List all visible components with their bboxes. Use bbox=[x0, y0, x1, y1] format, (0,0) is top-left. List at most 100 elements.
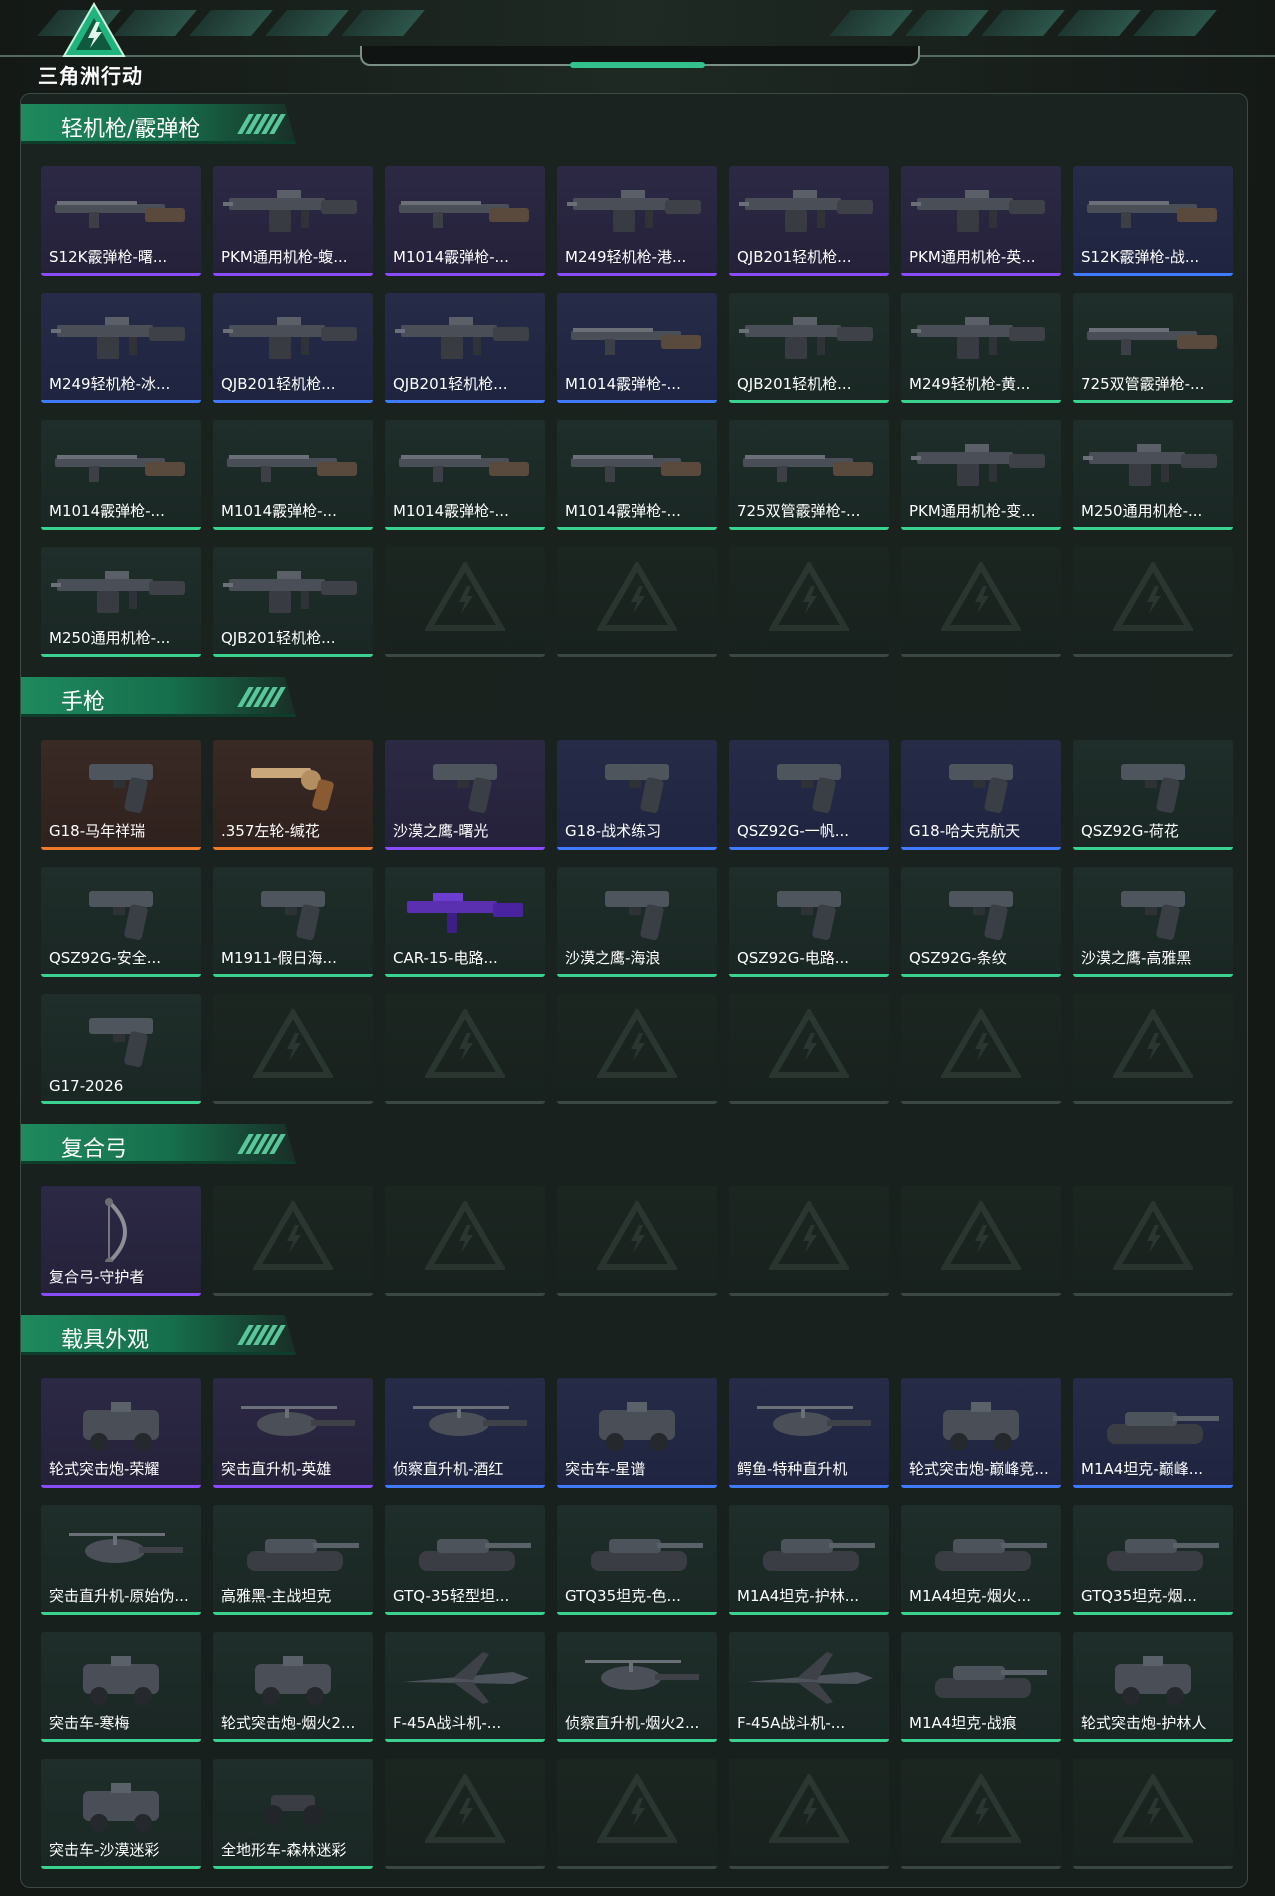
pistol-icon bbox=[393, 750, 537, 816]
item-label: GTQ35坦克-烟... bbox=[1081, 1587, 1197, 1605]
item-card[interactable]: 全地形车-森林迷彩 bbox=[213, 1759, 373, 1869]
machine-gun-icon bbox=[49, 557, 193, 623]
armored-car-icon bbox=[49, 1769, 193, 1835]
empty-slot-logo-icon bbox=[769, 1201, 849, 1270]
item-card[interactable]: 鳄鱼-特种直升机 bbox=[729, 1378, 889, 1488]
item-card[interactable]: 轮式突击炮-巅峰竞... bbox=[901, 1378, 1061, 1488]
item-card[interactable]: M1A4坦克-烟火... bbox=[901, 1505, 1061, 1615]
item-card[interactable]: M1014霰弹枪-... bbox=[385, 166, 545, 276]
item-label: F-45A战斗机-... bbox=[393, 1714, 502, 1732]
item-card[interactable]: 突击直升机-英雄 bbox=[213, 1378, 373, 1488]
item-card[interactable]: GTQ-35轻型坦... bbox=[385, 1505, 545, 1615]
item-label: QSZ92G-荷花 bbox=[1081, 822, 1179, 840]
item-card[interactable]: M1014霰弹枪-... bbox=[41, 420, 201, 530]
empty-slot-logo-icon bbox=[597, 1009, 677, 1078]
item-label: F-45A战斗机-... bbox=[737, 1714, 846, 1732]
item-card[interactable]: 轮式突击炮-荣耀 bbox=[41, 1378, 201, 1488]
item-card[interactable]: 轮式突击炮-护林人 bbox=[1073, 1632, 1233, 1742]
section-header-bow: 复合弓 bbox=[21, 1124, 311, 1164]
empty-slot-logo-icon bbox=[425, 1774, 505, 1843]
item-card[interactable]: 复合弓-守护者 bbox=[41, 1186, 201, 1296]
empty-slot bbox=[557, 1759, 717, 1869]
pistol-icon bbox=[909, 877, 1053, 943]
item-card[interactable]: QJB201轻机枪... bbox=[729, 293, 889, 403]
item-card[interactable]: 侦察直升机-烟火2... bbox=[557, 1632, 717, 1742]
item-card[interactable]: PKM通用机枪-变... bbox=[901, 420, 1061, 530]
item-card[interactable]: 725双管霰弹枪-... bbox=[1073, 293, 1233, 403]
item-card[interactable]: PKM通用机枪-英... bbox=[901, 166, 1061, 276]
item-card[interactable]: QJB201轻机枪... bbox=[385, 293, 545, 403]
item-card[interactable]: M1A4坦克-护林... bbox=[729, 1505, 889, 1615]
item-card[interactable]: 突击车-沙漠迷彩 bbox=[41, 1759, 201, 1869]
item-card[interactable]: QSZ92G-一帆... bbox=[729, 740, 889, 850]
jet-icon bbox=[393, 1642, 537, 1708]
item-card[interactable]: .357左轮-缄花 bbox=[213, 740, 373, 850]
item-card[interactable]: QSZ92G-荷花 bbox=[1073, 740, 1233, 850]
empty-slot bbox=[385, 994, 545, 1104]
item-card[interactable]: G18-马年祥瑞 bbox=[41, 740, 201, 850]
item-card[interactable]: F-45A战斗机-... bbox=[385, 1632, 545, 1742]
item-card[interactable]: GTQ35坦克-色... bbox=[557, 1505, 717, 1615]
empty-slot-logo-icon bbox=[597, 562, 677, 631]
item-card[interactable]: F-45A战斗机-... bbox=[729, 1632, 889, 1742]
item-card[interactable]: PKM通用机枪-蝮... bbox=[213, 166, 373, 276]
empty-slot bbox=[557, 547, 717, 657]
item-card[interactable]: 沙漠之鹰-曙光 bbox=[385, 740, 545, 850]
item-card[interactable]: M1014霰弹枪-... bbox=[213, 420, 373, 530]
empty-slot bbox=[385, 547, 545, 657]
empty-slot bbox=[901, 1186, 1061, 1296]
machine-gun-icon bbox=[737, 303, 881, 369]
item-label: M250通用机枪-... bbox=[49, 629, 171, 647]
item-card[interactable]: 侦察直升机-酒红 bbox=[385, 1378, 545, 1488]
item-label: 轮式突击炮-护林人 bbox=[1081, 1714, 1207, 1732]
item-card[interactable]: S12K霰弹枪-曙... bbox=[41, 166, 201, 276]
pistol-icon bbox=[737, 877, 881, 943]
item-card[interactable]: CAR-15-电路... bbox=[385, 867, 545, 977]
item-card[interactable]: QSZ92G-电路... bbox=[729, 867, 889, 977]
empty-slot-logo-icon bbox=[597, 1774, 677, 1843]
item-card[interactable]: 高雅黑-主战坦克 bbox=[213, 1505, 373, 1615]
item-card[interactable]: M249轻机枪-港... bbox=[557, 166, 717, 276]
empty-slot bbox=[729, 1186, 889, 1296]
item-card[interactable]: 突击直升机-原始伪... bbox=[41, 1505, 201, 1615]
item-card[interactable]: G18-哈夫克航天 bbox=[901, 740, 1061, 850]
item-label: M249轻机枪-港... bbox=[565, 248, 687, 266]
item-label: 突击车-寒梅 bbox=[49, 1714, 130, 1732]
item-card[interactable]: M1A4坦克-战痕 bbox=[901, 1632, 1061, 1742]
item-card[interactable]: M1014霰弹枪-... bbox=[557, 293, 717, 403]
item-card[interactable]: 突击车-寒梅 bbox=[41, 1632, 201, 1742]
machine-gun-icon bbox=[49, 303, 193, 369]
item-card[interactable]: QJB201轻机枪... bbox=[213, 293, 373, 403]
item-label: M1A4坦克-战痕 bbox=[909, 1714, 1017, 1732]
empty-slot bbox=[1073, 1186, 1233, 1296]
item-card[interactable]: G17-2026 bbox=[41, 994, 201, 1104]
item-card[interactable]: 轮式突击炮-烟火2... bbox=[213, 1632, 373, 1742]
item-card[interactable]: QSZ92G-条纹 bbox=[901, 867, 1061, 977]
item-card[interactable]: 沙漠之鹰-高雅黑 bbox=[1073, 867, 1233, 977]
item-card[interactable]: 沙漠之鹰-海浪 bbox=[557, 867, 717, 977]
item-card[interactable]: M249轻机枪-冰... bbox=[41, 293, 201, 403]
item-card[interactable]: 突击车-星谱 bbox=[557, 1378, 717, 1488]
item-card[interactable]: M249轻机枪-黄... bbox=[901, 293, 1061, 403]
item-card[interactable]: QJB201轻机枪... bbox=[729, 166, 889, 276]
empty-slot-logo-icon bbox=[769, 562, 849, 631]
item-card[interactable]: M1911-假日海... bbox=[213, 867, 373, 977]
item-card[interactable]: S12K霰弹枪-战... bbox=[1073, 166, 1233, 276]
shotgun-icon bbox=[565, 430, 709, 496]
item-card[interactable]: M250通用机枪-... bbox=[41, 547, 201, 657]
item-label: G18-哈夫克航天 bbox=[909, 822, 1021, 840]
tank-icon bbox=[393, 1515, 537, 1581]
item-card[interactable]: M1A4坦克-巅峰... bbox=[1073, 1378, 1233, 1488]
item-card[interactable]: M1014霰弹枪-... bbox=[557, 420, 717, 530]
item-card[interactable]: 725双管霰弹枪-... bbox=[729, 420, 889, 530]
item-card[interactable]: QJB201轻机枪... bbox=[213, 547, 373, 657]
item-label: QJB201轻机枪... bbox=[737, 375, 852, 393]
item-card[interactable]: G18-战术练习 bbox=[557, 740, 717, 850]
item-label: 突击车-星谱 bbox=[565, 1460, 646, 1478]
item-card[interactable]: M1014霰弹枪-... bbox=[385, 420, 545, 530]
tank-icon bbox=[909, 1515, 1053, 1581]
item-card[interactable]: QSZ92G-安全... bbox=[41, 867, 201, 977]
item-card[interactable]: GTQ35坦克-烟... bbox=[1073, 1505, 1233, 1615]
jet-icon bbox=[737, 1642, 881, 1708]
item-card[interactable]: M250通用机枪-... bbox=[1073, 420, 1233, 530]
